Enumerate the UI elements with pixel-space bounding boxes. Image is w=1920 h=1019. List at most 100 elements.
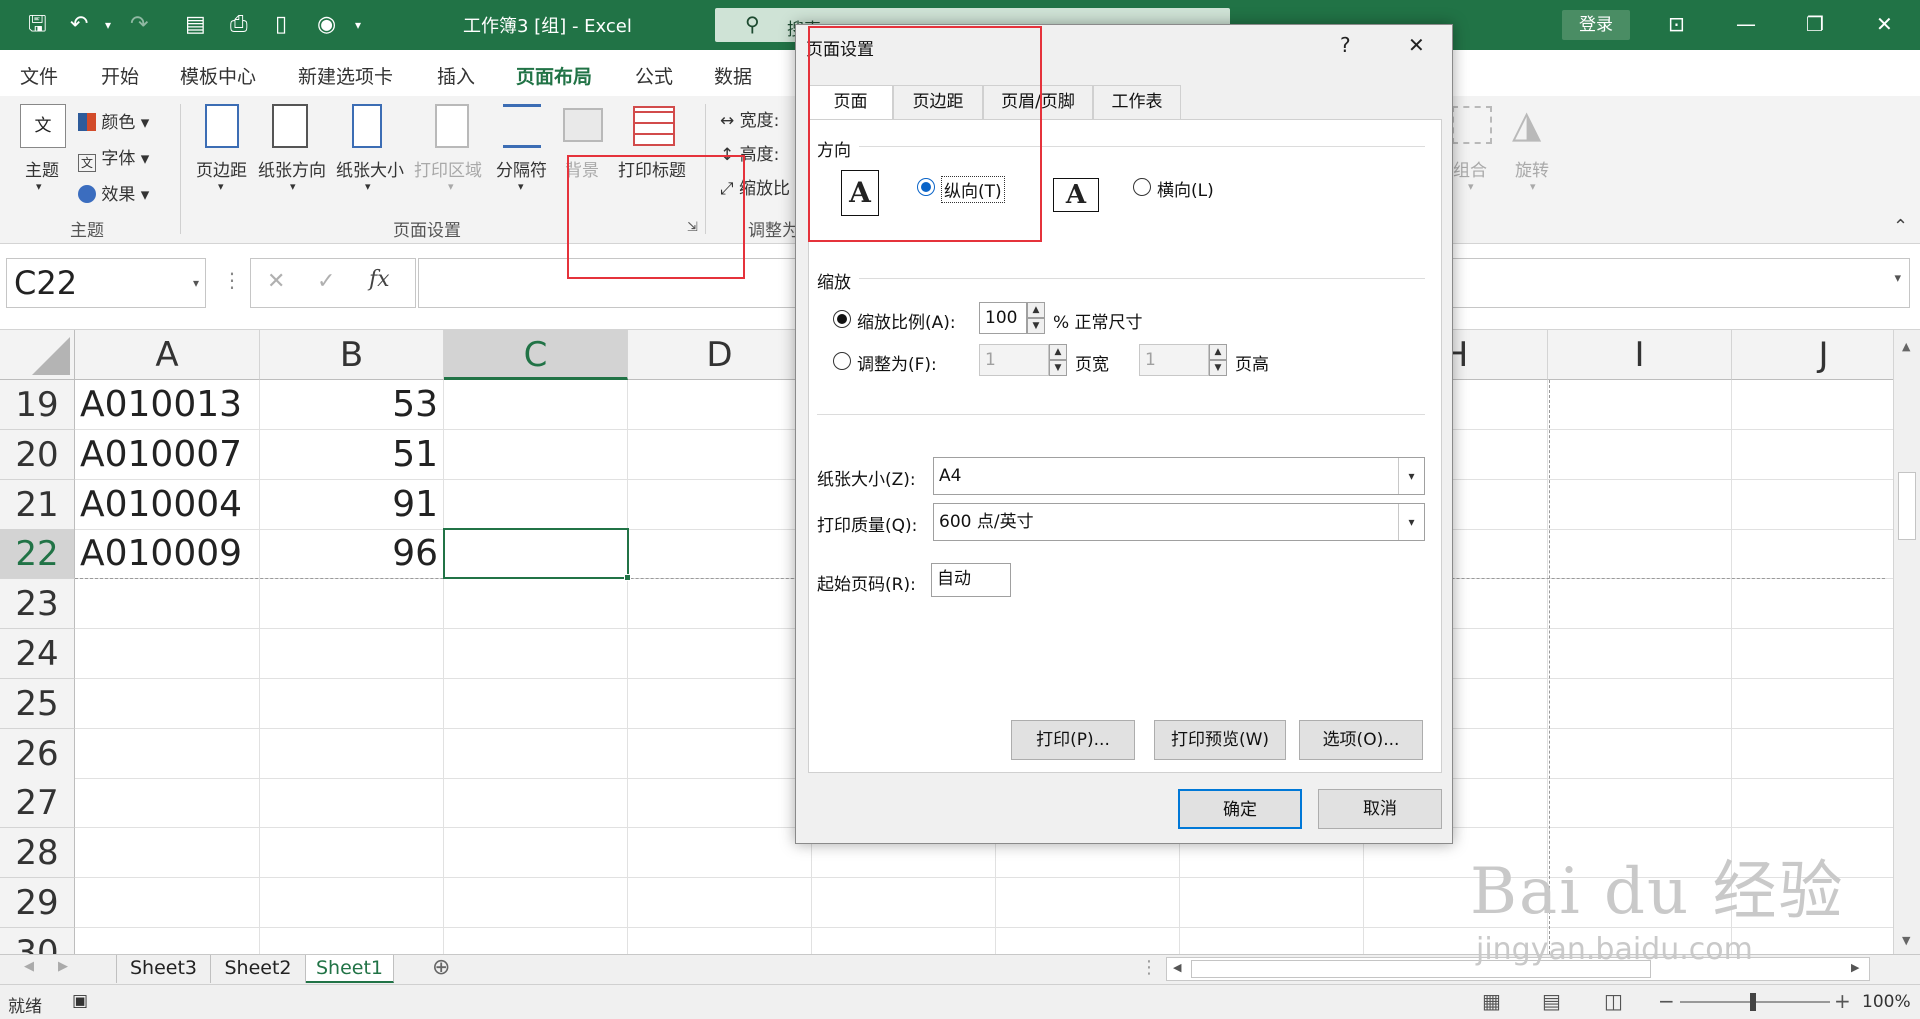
tab-insert[interactable]: 插入 [437, 62, 475, 89]
vertical-scrollbar[interactable]: ▲ ▼ [1893, 330, 1920, 954]
scroll-thumb[interactable] [1898, 472, 1916, 540]
cell-b27[interactable] [260, 778, 444, 829]
print-preview-icon[interactable]: ⎙ [230, 11, 248, 39]
cell-d29[interactable] [628, 878, 812, 928]
cell-d28[interactable] [628, 828, 812, 879]
scale-spin-down-icon[interactable]: ▼ [1027, 318, 1045, 334]
cell-j19[interactable] [1732, 380, 1916, 430]
undo-icon[interactable]: ↶ [70, 11, 88, 39]
landscape-radio[interactable] [1133, 178, 1151, 196]
cell-f30[interactable] [996, 927, 1180, 954]
cell-a20[interactable]: A010007 [75, 429, 260, 480]
cell-b29[interactable] [260, 878, 444, 928]
cell-b24[interactable] [260, 629, 444, 679]
column-header-j[interactable]: J [1732, 330, 1916, 380]
print-preview-button[interactable]: 打印预览(W) [1154, 720, 1286, 760]
tab-template-center[interactable]: 模板中心 [180, 62, 256, 89]
fit-tall-input[interactable]: 1 [1139, 344, 1209, 376]
row-header-22[interactable]: 22 [0, 529, 75, 580]
sheet-tab-sheet1[interactable]: Sheet1 [306, 955, 394, 983]
minimize-icon[interactable]: — [1736, 12, 1756, 36]
cell-i24[interactable] [1548, 629, 1732, 679]
cell-e30[interactable] [812, 927, 996, 954]
close-icon[interactable]: ✕ [1408, 33, 1425, 57]
cell-c23[interactable] [444, 579, 628, 630]
cell-d19[interactable] [628, 380, 812, 430]
fit-wide-input[interactable]: 1 [979, 344, 1049, 376]
cell-j22[interactable] [1732, 529, 1916, 580]
zoom-level[interactable]: 100% [1862, 992, 1911, 1012]
orientation-button[interactable]: 纸张方向 [258, 156, 326, 181]
cell-f29[interactable] [996, 878, 1180, 928]
customize-qat-icon[interactable]: ▾ [355, 11, 361, 39]
fit-wide-spin-up-icon[interactable]: ▲ [1049, 344, 1067, 360]
scale-input[interactable]: 100 [979, 302, 1027, 334]
select-all-corner[interactable] [0, 330, 75, 380]
cell-d27[interactable] [628, 778, 812, 829]
cell-i25[interactable] [1548, 678, 1732, 729]
record-icon[interactable]: ◉ [317, 11, 336, 39]
options-button[interactable]: 选项(O)... [1299, 720, 1423, 760]
colors-button[interactable]: 颜色 ▾ [78, 108, 149, 133]
first-page-input[interactable]: 自动 [931, 563, 1011, 597]
cell-j25[interactable] [1732, 678, 1916, 729]
cell-j20[interactable] [1732, 429, 1916, 480]
cell-c29[interactable] [444, 878, 628, 928]
cell-i20[interactable] [1548, 429, 1732, 480]
landscape-label[interactable]: 横向(L) [1157, 176, 1214, 201]
cell-i26[interactable] [1548, 728, 1732, 779]
expand-formula-icon[interactable]: ▾ [1894, 271, 1901, 286]
cancel-icon[interactable]: ✕ [267, 269, 285, 294]
cell-b30[interactable] [260, 927, 444, 954]
scroll-left-icon[interactable]: ◀ [1173, 961, 1181, 974]
window-close-icon[interactable]: ✕ [1876, 12, 1893, 36]
zoom-out-icon[interactable]: − [1658, 989, 1675, 1013]
cell-a24[interactable] [75, 629, 260, 679]
cell-a30[interactable] [75, 927, 260, 954]
fit-tall-spin-down-icon[interactable]: ▼ [1209, 360, 1227, 376]
scroll-up-icon[interactable]: ▲ [1902, 340, 1910, 353]
print-button[interactable]: 打印(P)... [1011, 720, 1135, 760]
tab-data[interactable]: 数据 [714, 62, 752, 89]
ribbon-display-icon[interactable]: ⊡ [1668, 12, 1685, 36]
cell-d30[interactable] [628, 927, 812, 954]
ok-button[interactable]: 确定 [1178, 789, 1302, 829]
fit-tall-spin-up-icon[interactable]: ▲ [1209, 344, 1227, 360]
cell-b22[interactable]: 96 [260, 529, 444, 580]
document-icon[interactable]: ▯ [275, 11, 287, 39]
cell-b28[interactable] [260, 828, 444, 879]
cell-c20[interactable] [444, 429, 628, 480]
cell-j24[interactable] [1732, 629, 1916, 679]
column-header-a[interactable]: A [75, 330, 260, 380]
zoom-slider[interactable] [1680, 993, 1830, 1011]
collapse-ribbon-icon[interactable]: ⌃ [1893, 216, 1908, 237]
row-header-29[interactable]: 29 [0, 878, 75, 928]
cell-j26[interactable] [1732, 728, 1916, 779]
cell-c19[interactable] [444, 380, 628, 430]
scale-spin-up-icon[interactable]: ▲ [1027, 302, 1045, 318]
print-area-button[interactable]: 打印区域 [414, 156, 482, 181]
cell-i22[interactable] [1548, 529, 1732, 580]
cell-a29[interactable] [75, 878, 260, 928]
cell-g30[interactable] [1180, 927, 1364, 954]
row-header-23[interactable]: 23 [0, 579, 75, 630]
zoom-slider-thumb[interactable] [1750, 993, 1756, 1011]
name-box[interactable]: C22 ▾ [6, 258, 206, 308]
redo-icon[interactable]: ↷ [130, 11, 148, 39]
row-header-28[interactable]: 28 [0, 828, 75, 879]
cell-d23[interactable] [628, 579, 812, 630]
fill-handle[interactable] [624, 574, 631, 581]
cell-d26[interactable] [628, 728, 812, 779]
next-sheet-icon[interactable]: ▶ [58, 959, 68, 974]
help-icon[interactable]: ? [1340, 33, 1351, 57]
cell-d22[interactable] [628, 529, 812, 580]
cell-c28[interactable] [444, 828, 628, 879]
adjust-to-radio[interactable] [833, 310, 851, 328]
cell-i21[interactable] [1548, 479, 1732, 530]
print-quality-select[interactable]: 600 点/英寸 ▾ [933, 503, 1425, 541]
fit-to-radio[interactable] [833, 352, 851, 370]
cell-a28[interactable] [75, 828, 260, 879]
cell-b23[interactable] [260, 579, 444, 630]
sheet-tab-sheet3[interactable]: Sheet3 [116, 955, 211, 983]
row-header-26[interactable]: 26 [0, 728, 75, 779]
